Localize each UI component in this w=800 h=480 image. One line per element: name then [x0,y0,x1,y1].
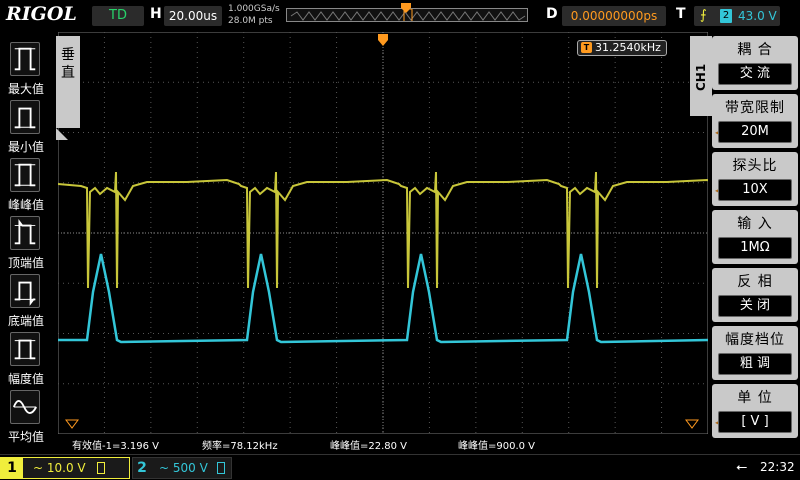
measure-min-key[interactable]: 最小值 [4,100,48,156]
invert-menu-item[interactable]: 反 相 关 闭 [712,268,798,322]
top-value-icon [10,216,40,250]
bottom-status-bar: 1 ~ 10.0 V 2 ~ 500 V ⭠ 22:32 [0,454,800,480]
average-icon [10,390,40,424]
measurement-results: 有效值-1=3.196 V 频率=78.12kHz 峰峰值=22.80 V 峰峰… [58,436,708,452]
measurement-softkeys: 最大值 最小值 峰峰值 顶端值 底端值 幅度值 平均值 [0,40,50,450]
bandwidth-limit-value: 20M [718,121,792,143]
measure-vpp-key[interactable]: 峰峰值 [4,158,48,214]
measure-vpp-label: 峰峰值 [7,198,44,212]
vertical-tab-label: 垂直 [61,47,75,81]
probe-ratio-menu-item[interactable]: 探头比 ◀ 10X [712,152,798,206]
input-impedance-value: 1MΩ [718,237,792,259]
measurement-vpp-ch2[interactable]: 峰峰值=900.0 V [458,437,535,452]
channel-tab-label: CH1 [694,63,708,91]
trigger-settings[interactable]: ⨍ 2 43.0 V [694,6,780,26]
acquisition-info: 1.000GSa/s 28.0M pts [228,3,280,27]
measure-max-label: 最大值 [7,82,44,96]
ch2-status[interactable]: 2 ~ 500 V [132,457,232,479]
ch2-scale: ~ 500 V [159,461,208,475]
vertical-tab-pointer [56,128,80,140]
measure-base-key[interactable]: 底端值 [4,274,48,330]
amplitude-icon [10,332,40,366]
volts-div-value: 粗 调 [718,353,792,375]
unit-value: [ V ] [718,411,792,433]
min-value-icon [10,100,40,134]
probe-ratio-title: 探头比 [732,158,778,174]
trigger-label: T [676,6,686,22]
measurement-vpp-ch1[interactable]: 峰峰值=22.80 V [330,437,407,452]
ch1-status[interactable]: 1 ~ 10.0 V [0,457,130,479]
measure-amplitude-key[interactable]: 幅度值 [4,332,48,388]
probe-ratio-value: 10X [718,179,792,201]
volts-div-menu-item[interactable]: 幅度档位 粗 调 [712,326,798,380]
measure-max-key[interactable]: 最大值 [4,42,48,98]
sample-rate: 1.000GSa/s [228,4,280,14]
bandwidth-limit-title: 带宽限制 [725,100,785,116]
trigger-position-marker-icon [401,3,411,13]
measure-average-label: 平均值 [7,430,44,444]
input-impedance-title: 输 入 [737,216,773,232]
ch1-scale: ~ 10.0 V [33,461,86,475]
ch2-number: 2 [137,460,147,476]
measure-top-label: 顶端值 [7,256,44,270]
channel-menu: 耦 合 交 流 带宽限制 ◀ 20M 探头比 ◀ 10X 输 入 1MΩ 反 相… [712,36,800,446]
run-state-indicator[interactable]: TD [92,6,144,26]
trigger-position-icon [378,34,388,46]
invert-value: 关 闭 [718,295,792,317]
measurement-rms[interactable]: 有效值-1=3.196 V [72,437,159,452]
menu-category-vertical-tab[interactable]: 垂直 [56,36,80,128]
rising-edge-icon: ⨍ [700,8,707,23]
rigol-logo: RIGOL [6,3,77,25]
invert-title: 反 相 [737,274,773,290]
ground-marker-icon [65,419,79,429]
horizontal-delay-value[interactable]: 0.00000000ps [562,6,666,26]
trigger-level: 43.0 V [738,9,777,23]
volts-div-title: 幅度档位 [725,332,785,348]
unit-menu-item[interactable]: 单 位 ◀ [ V ] [712,384,798,438]
measure-min-label: 最小值 [7,140,44,154]
ch1-number: 1 [1,458,23,478]
measurement-frequency[interactable]: 频率=78.12kHz [202,437,278,452]
frequency-counter: T 31.2540kHz [577,40,667,56]
measure-base-label: 底端值 [7,314,44,328]
trigger-badge: T [581,42,592,53]
waveform-display[interactable] [58,32,708,434]
peak-to-peak-icon [10,158,40,192]
measure-average-key[interactable]: 平均值 [4,390,48,446]
channel-tab[interactable]: CH1 [690,36,712,116]
coupling-menu-item[interactable]: 耦 合 交 流 [712,36,798,90]
bandwidth-limit-icon [97,462,105,474]
base-value-icon [10,274,40,308]
ground-marker-icon [685,419,699,429]
max-value-icon [10,42,40,76]
top-status-bar: RIGOL TD H 20.00us 1.000GSa/s 28.0M pts … [0,0,800,32]
usb-icon: ⭠ [736,459,748,475]
unit-title: 单 位 [737,390,773,406]
graticule [58,32,708,434]
input-impedance-menu-item[interactable]: 输 入 1MΩ [712,210,798,264]
coupling-title: 耦 合 [737,42,773,58]
delay-label: D [546,6,558,22]
memory-depth: 28.0M pts [228,16,273,26]
measure-top-key[interactable]: 顶端值 [4,216,48,272]
clock: 22:32 [760,460,795,474]
frequency-counter-value: 31.2540kHz [595,41,661,54]
measure-amplitude-label: 幅度值 [7,372,44,386]
timebase-label: H [150,6,162,22]
timebase-value[interactable]: 20.00us [164,6,222,26]
bandwidth-limit-icon [217,462,225,474]
bandwidth-limit-menu-item[interactable]: 带宽限制 ◀ 20M [712,94,798,148]
coupling-value: 交 流 [718,63,792,85]
trigger-source: 2 [720,9,732,23]
